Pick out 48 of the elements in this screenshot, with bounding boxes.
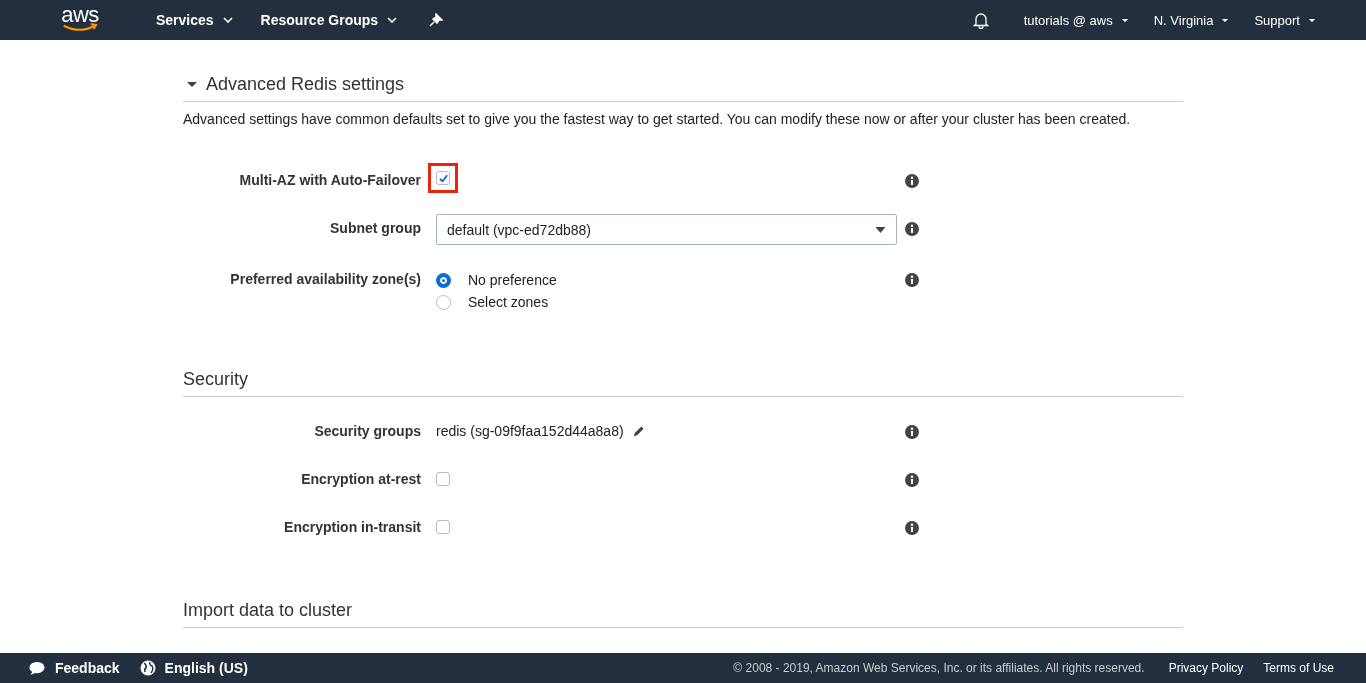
info-icon[interactable] [905,174,919,188]
info-icon[interactable] [905,273,919,287]
pin-icon[interactable] [429,13,444,27]
caret-icon [1221,17,1230,23]
caret-icon [1308,17,1316,23]
section-title: Advanced Redis settings [206,73,405,95]
pencil-icon[interactable] [631,424,645,438]
checkbox[interactable] [436,171,450,185]
field-label: Multi-AZ with Auto-Failover [238,171,421,188]
section-description: Advanced settings have common defaults set to give you the fastest way to get started. You can modify these now or after your cluster has been created. [183,110,1132,128]
footer-link[interactable]: Terms of Use [1263,661,1334,675]
field-label: Subnet group [329,219,421,236]
caret-icon [1120,17,1129,23]
nav-menu[interactable]: Services [156,12,233,28]
speech-bubble-icon [28,660,46,676]
notification-bell-icon[interactable] [972,11,989,29]
radio-button[interactable] [436,272,451,288]
section-title: Security [183,368,249,390]
field-label: Encryption at-rest [300,470,421,487]
checkbox[interactable] [436,472,450,486]
field-label: Security groups [313,422,421,439]
radio-label[interactable]: No preference [468,272,557,288]
globe-icon [139,660,156,676]
info-icon[interactable] [905,473,919,487]
language-selector[interactable]: English (US) [164,660,248,676]
subnet-group-dropdown[interactable]: default (vpc-ed72db88) [436,214,897,245]
footer-link[interactable]: Privacy Policy [1168,661,1244,675]
nav-menu[interactable]: N. Virginia [1153,12,1230,28]
field-label: Encryption in-transit [283,518,421,535]
info-icon[interactable] [905,521,919,535]
nav-menu[interactable]: Resource Groups [260,12,398,28]
info-icon[interactable] [905,425,919,439]
nav-menu[interactable]: Support [1254,12,1316,28]
copyright-text: © 2008 - 2019, Amazon Web Services, Inc. or its affiliates. All rights reserved. [733,661,1145,675]
nav-menu[interactable]: tutorials @ aws [1023,12,1129,28]
section-title: Import data to cluster [183,599,353,621]
caret-icon [875,226,886,233]
field-label: Preferred availability zone(s) [229,270,421,287]
feedback-link[interactable]: Feedback [55,660,120,676]
caret-icon [387,17,398,23]
radio-label[interactable]: Select zones [468,294,549,310]
field-value: redis (sg-09f9faa152d44a8a8) [436,423,624,439]
collapse-triangle-icon[interactable] [187,79,197,89]
caret-icon [222,17,233,23]
aws-logo[interactable]: aws [60,4,100,32]
radio-button[interactable] [436,294,451,310]
info-icon[interactable] [905,222,919,236]
checkbox[interactable] [436,520,450,534]
